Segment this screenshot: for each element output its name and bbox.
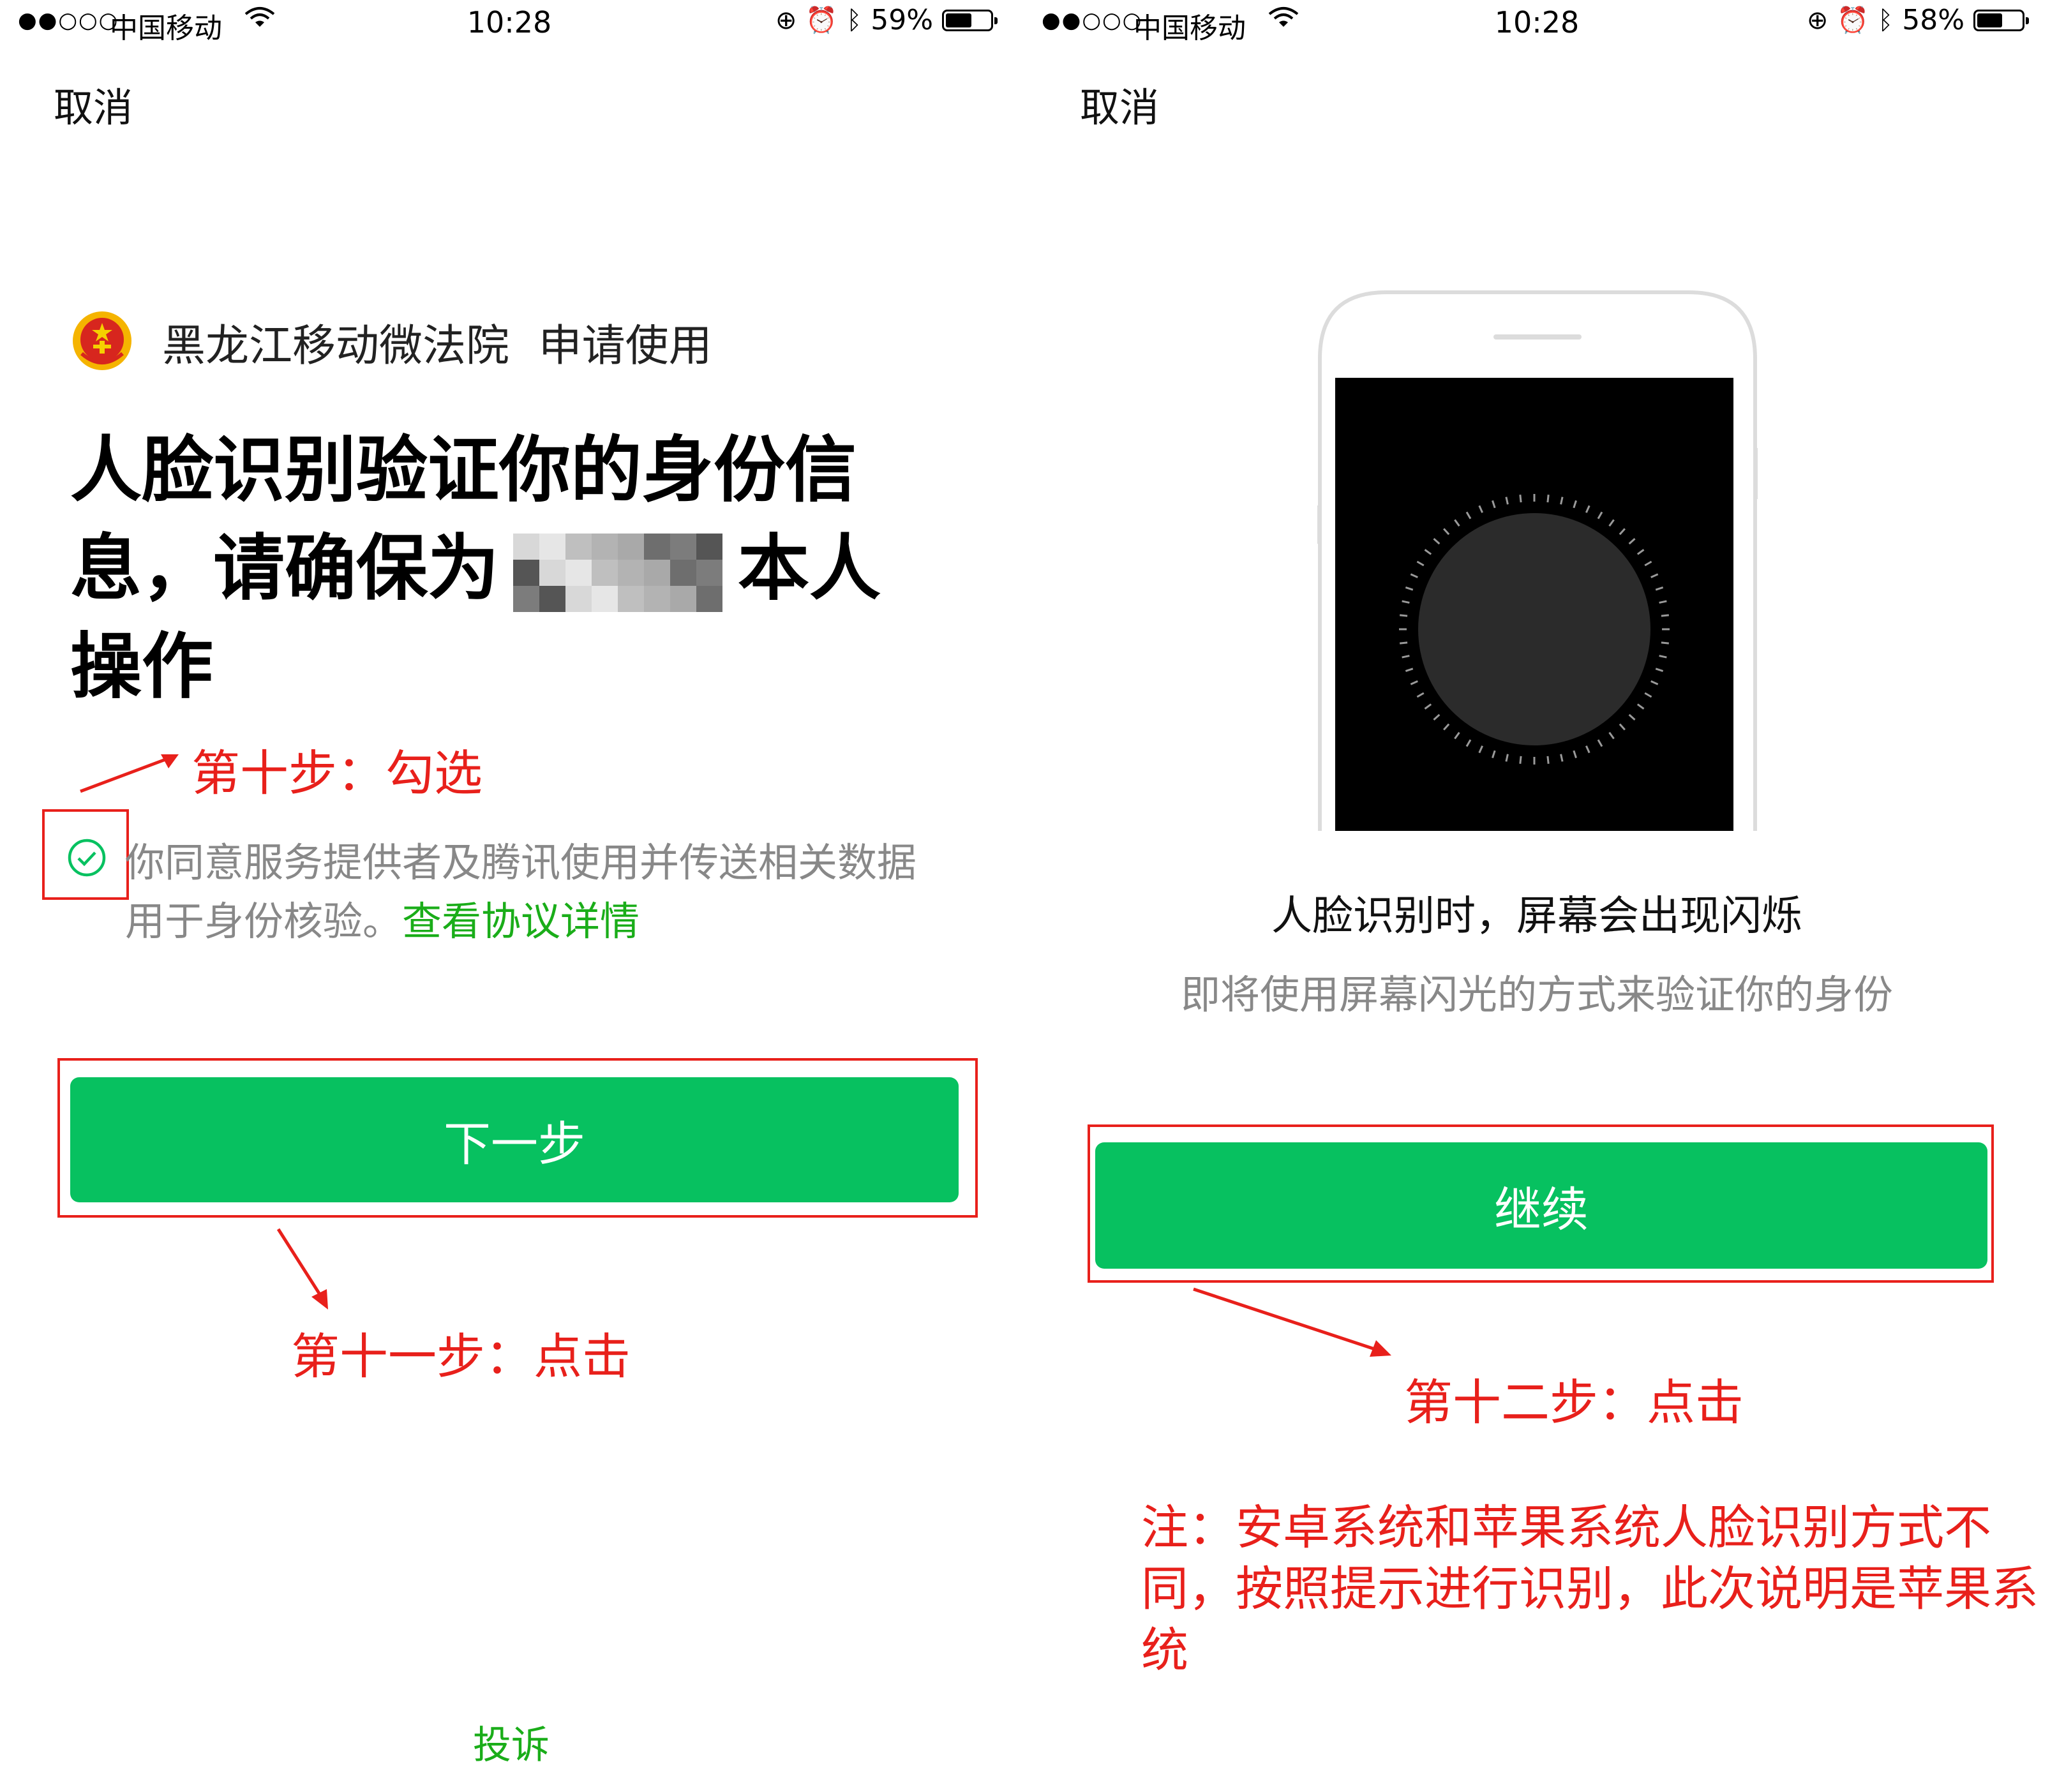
mosaic-cell [618,534,644,560]
status-bar: ●●○○○ 中国移动 10:28 ⊕ ⏰ ᛒ 59% [0,0,1019,45]
app-name: 黑龙江移动微法院 [162,321,510,371]
battery-icon [942,9,998,31]
arrow-icon-step10 [80,754,179,793]
mosaic-cell [539,586,565,613]
left-phone-screen: ●●○○○ 中国移动 10:28 ⊕ ⏰ ᛒ 59% 取消 黑龙江移动微法院 申… [0,0,1019,1792]
scan-tick [1661,614,1669,617]
orientation-lock-icon: ⊕ [775,5,797,35]
agreement-details-link[interactable]: 查看协议详情 [402,898,640,945]
mosaic-cell [644,586,670,613]
consent-line-2-text: 用于身份核验。 [125,898,403,945]
mosaic-cell [644,534,670,560]
mosaic-cell [670,534,696,560]
title-line-2: 息，请确保为 本人 [70,519,881,618]
scan-tick [1400,614,1408,617]
consent-line-1: 你同意服务提供者及腾讯使用并传送相关数据 [125,839,917,886]
note-line-2: 同，按照提示进行识别，此次说明是苹果系 [1141,1562,2039,1617]
court-emblem-icon [70,309,134,373]
mosaic-cell [565,560,592,586]
page-title: 人脸识别验证你的身份信 息，请确保为 本人 操作 [70,421,881,716]
consent-line-2: 用于身份核验。查看协议详情 [125,892,917,951]
mosaic-cell [644,560,670,586]
mosaic-cell [565,586,592,613]
mosaic-cell [513,560,539,586]
alarm-icon: ⏰ [1837,6,1869,35]
mosaic-cell [696,586,722,613]
note-line-1: 注：安卓系统和苹果系统人脸识别方式不 [1141,1500,1991,1555]
mosaic-cell [592,534,618,560]
mosaic-cell [565,534,592,560]
cancel-button[interactable]: 取消 [54,75,133,133]
battery-icon [1973,9,2029,31]
battery-fill [1977,13,2002,27]
mosaic-cell [696,560,722,586]
bluetooth-icon: ᛒ [1878,5,1894,35]
arrow-icon-step11 [276,1228,328,1310]
flash-subtitle: 即将使用屏幕闪光的方式来验证你的身份 [1180,971,1893,1018]
right-phone-screen: ●●○○○ 中国移动 10:28 ⊕ ⏰ ᛒ 58% 取消 人脸识别时，屏幕会出… [1024,0,2050,1792]
next-step-button[interactable]: 下一步 [70,1077,959,1202]
mosaic-cell [670,586,696,613]
note-line-3: 统 [1141,1623,1188,1678]
annotation-step10: 第十步：勾选 [191,745,483,802]
arrow-icon-step12 [1193,1287,1391,1357]
mosaic-cell [513,586,539,613]
title-line-3: 操作 [70,625,213,708]
title-line-2-start: 息，请确保为 [70,527,499,610]
mosaic-cell [670,560,696,586]
battery-fill [946,13,971,27]
battery-percent: 59% [871,4,933,36]
mosaic-cell [539,534,565,560]
scan-tick [1519,495,1522,503]
mosaic-cell [539,560,565,586]
continue-button[interactable]: 继续 [1095,1142,1987,1269]
complaint-link[interactable]: 投诉 [0,1714,1019,1770]
cancel-button[interactable]: 取消 [1080,75,1159,133]
app-request-line: 黑龙江移动微法院 申请使用 [162,310,712,373]
bluetooth-icon: ᛒ [846,5,862,35]
app-request-action: 申请使用 [538,321,712,371]
battery-percent: 58% [1902,4,1964,36]
consent-checkbox[interactable] [66,837,107,878]
status-bar: ●●○○○ 中国移动 10:28 ⊕ ⏰ ᛒ 58% [1024,0,2050,45]
title-line-2-end: 本人 [738,527,881,610]
mosaic-cell [618,586,644,613]
annotation-step11: 第十一步：点击 [291,1328,631,1385]
phone-flash-illustration [1317,290,1758,831]
alarm-icon: ⏰ [805,6,838,35]
mosaic-cell [592,560,618,586]
annotation-note: 注：安卓系统和苹果系统人脸识别方式不 同，按照提示进行识别，此次说明是苹果系 统 [1141,1497,2039,1681]
title-line-1: 人脸识别验证你的身份信 [70,429,857,512]
pixelated-name-redaction [513,534,724,613]
mosaic-cell [618,560,644,586]
scan-tick [1519,756,1522,764]
mosaic-cell [513,534,539,560]
flash-title: 人脸识别时，屏幕会出现闪烁 [1271,893,1802,940]
annotation-step12: 第十二步：点击 [1404,1374,1744,1431]
mosaic-cell [592,586,618,613]
consent-text: 你同意服务提供者及腾讯使用并传送相关数据 用于身份核验。查看协议详情 [125,833,917,951]
check-circle-icon [68,839,106,877]
orientation-lock-icon: ⊕ [1806,5,1829,35]
mosaic-cell [696,534,722,560]
